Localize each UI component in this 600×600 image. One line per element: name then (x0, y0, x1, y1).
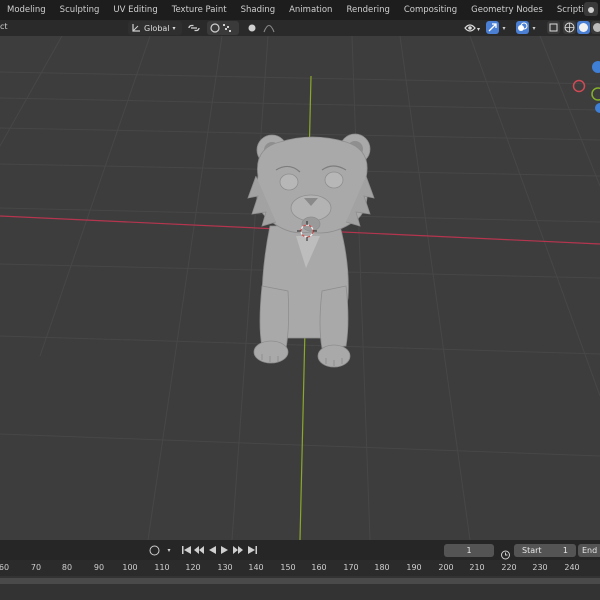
tab-animation[interactable]: Animation (282, 0, 339, 20)
link-icon[interactable] (184, 21, 204, 35)
tab-uv-editing[interactable]: UV Editing (106, 0, 164, 20)
record-icon[interactable] (148, 544, 160, 556)
timeline-scrollbar[interactable] (0, 578, 600, 584)
jump-start-icon[interactable] (180, 544, 192, 556)
start-label: Start (522, 546, 542, 555)
ruler-tick: 80 (61, 563, 73, 572)
end-frame-field[interactable]: End (578, 544, 600, 557)
ruler-tick: 160 (311, 563, 327, 572)
end-label: End (582, 546, 598, 555)
svg-text:▾: ▾ (477, 26, 480, 33)
ruler-tick: 70 (30, 563, 42, 572)
chevron-down-icon[interactable]: ▾ (530, 21, 538, 35)
snap-icon[interactable] (207, 21, 239, 35)
tab-compositing[interactable]: Compositing (397, 0, 464, 20)
proportional-icon[interactable] (246, 21, 258, 35)
clock-icon[interactable] (500, 545, 511, 560)
chevron-down-icon[interactable]: ▾ (500, 21, 508, 35)
tab-geometry-nodes[interactable]: Geometry Nodes (464, 0, 550, 20)
start-frame-field[interactable]: Start 1 (514, 544, 576, 557)
start-value: 1 (562, 546, 568, 555)
chevron-down-icon[interactable]: ▾ (163, 544, 175, 556)
3d-viewport[interactable] (0, 36, 600, 540)
overlay-icon[interactable] (516, 21, 529, 34)
jump-end-icon[interactable] (246, 544, 258, 556)
ruler-tick: 110 (154, 563, 170, 572)
scene-selector-icon[interactable] (584, 2, 598, 16)
xray-icon[interactable] (547, 21, 560, 34)
transform-orientation-dropdown[interactable]: Global ▾ (128, 21, 182, 35)
wireframe-shading-icon[interactable] (563, 21, 576, 34)
ruler-tick: 130 (217, 563, 233, 572)
tiger-model[interactable] (247, 133, 375, 368)
ruler-tick: 200 (438, 563, 454, 572)
material-shading-icon[interactable] (591, 21, 600, 34)
tab-sculpting[interactable]: Sculpting (53, 0, 107, 20)
ruler-tick: 170 (343, 563, 359, 572)
falloff-icon[interactable] (262, 21, 276, 35)
frame-ruler[interactable]: 60 70 80 90 100 110 120 130 140 150 160 … (0, 560, 600, 576)
tab-modeling[interactable]: Modeling (0, 0, 53, 20)
viewport-header: ct Global ▾ ▾ ▾ ▾ (0, 20, 600, 36)
step-back-icon[interactable] (193, 544, 205, 556)
tab-texture-paint[interactable]: Texture Paint (165, 0, 234, 20)
tab-rendering[interactable]: Rendering (339, 0, 396, 20)
ruler-tick: 150 (280, 563, 296, 572)
step-forward-icon[interactable] (232, 544, 244, 556)
play-reverse-icon[interactable] (206, 544, 218, 556)
ruler-tick: 60 (0, 563, 10, 572)
ruler-tick: 190 (406, 563, 422, 572)
ruler-tick: 90 (93, 563, 105, 572)
orientation-icon (132, 24, 140, 32)
ruler-tick: 230 (532, 563, 548, 572)
gizmo-toggle-icon[interactable] (486, 21, 499, 34)
ruler-tick: 220 (501, 563, 517, 572)
solid-shading-icon[interactable] (577, 21, 590, 34)
orientation-label: Global (144, 23, 170, 33)
ruler-tick: 120 (185, 563, 201, 572)
chevron-down-icon: ▾ (172, 24, 176, 32)
ruler-tick: 210 (469, 563, 485, 572)
timeline-track[interactable] (0, 576, 600, 600)
header-left-label[interactable]: ct (0, 22, 8, 31)
ruler-tick: 180 (374, 563, 390, 572)
tab-shading[interactable]: Shading (234, 0, 283, 20)
ruler-tick: 240 (564, 563, 580, 572)
visibility-icon[interactable]: ▾ (462, 21, 484, 35)
navigation-gizmo[interactable] (572, 61, 600, 113)
current-frame-field[interactable]: 1 (444, 544, 494, 557)
ruler-tick: 140 (248, 563, 264, 572)
workspace-tabs-bar: Modeling Sculpting UV Editing Texture Pa… (0, 0, 600, 20)
play-icon[interactable] (219, 544, 231, 556)
viewport-canvas (0, 36, 600, 540)
ruler-tick: 100 (122, 563, 138, 572)
